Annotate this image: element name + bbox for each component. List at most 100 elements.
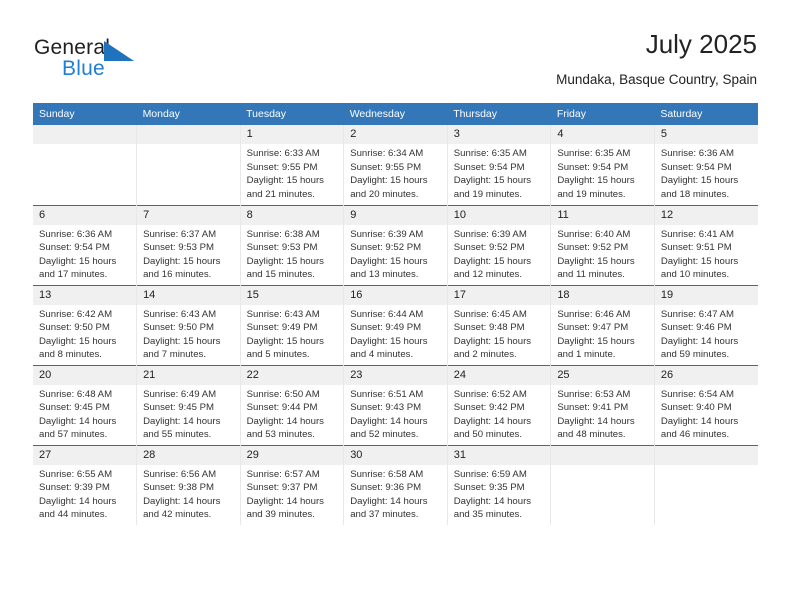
- sunset-text: Sunset: 9:54 PM: [660, 161, 732, 173]
- calendar-day-cell[interactable]: 25 Sunrise: 6:53 AM Sunset: 9:41 PM Dayligh…: [550, 364, 655, 445]
- day-number: 17: [447, 285, 551, 305]
- daylight-text: Daylight: 14 hours and 50 minutes.: [453, 415, 532, 441]
- sunset-text: Sunset: 9:44 PM: [246, 402, 318, 414]
- daylight-text: Daylight: 14 hours and 57 minutes.: [39, 415, 117, 441]
- daylight-text: Daylight: 15 hours and 12 minutes.: [453, 255, 532, 281]
- sunrise-text: Sunrise: 6:56 AM: [143, 468, 217, 480]
- day-number: 27: [33, 445, 137, 465]
- day-number: 8: [240, 205, 344, 225]
- day-sun-info: Sunrise: 6:39 AM Sunset: 9:52 PM Daylight:…: [448, 225, 551, 282]
- calendar-day-cell[interactable]: 28 Sunrise: 6:56 AM Sunset: 9:38 PM Dayligh…: [136, 444, 241, 525]
- day-number: 20: [33, 365, 137, 385]
- sunset-text: Sunset: 9:47 PM: [557, 322, 629, 334]
- logo-text-blue: Blue: [62, 57, 105, 80]
- calendar-page: General Blue July 2025 Mundaka, Basque C…: [0, 0, 792, 612]
- calendar-day-cell[interactable]: 9 Sunrise: 6:39 AM Sunset: 9:52 PM Daylight…: [343, 204, 448, 285]
- calendar-day-cell[interactable]: 7 Sunrise: 6:37 AM Sunset: 9:53 PM Daylight…: [136, 204, 241, 285]
- daylight-text: Daylight: 15 hours and 10 minutes.: [660, 255, 739, 281]
- daylight-text: Daylight: 15 hours and 13 minutes.: [350, 255, 428, 281]
- calendar-day-cell[interactable]: 31 Sunrise: 6:59 AM Sunset: 9:35 PM Dayligh…: [446, 444, 551, 525]
- daylight-text: Daylight: 14 hours and 48 minutes.: [557, 415, 635, 441]
- calendar-week-row: 13 Sunrise: 6:42 AM Sunset: 9:50 PM Dayligh…: [33, 284, 758, 365]
- daylight-text: Daylight: 14 hours and 55 minutes.: [143, 415, 221, 441]
- sunset-text: Sunset: 9:50 PM: [143, 322, 214, 334]
- calendar-day-cell[interactable]: 22 Sunrise: 6:50 AM Sunset: 9:44 PM Dayligh…: [239, 364, 344, 445]
- calendar-day-cell[interactable]: 16 Sunrise: 6:44 AM Sunset: 9:49 PM Dayligh…: [343, 284, 448, 365]
- calendar-week-row: 20 Sunrise: 6:48 AM Sunset: 9:45 PM Dayligh…: [33, 364, 758, 445]
- day-sun-info: Sunrise: 6:38 AM Sunset: 9:53 PM Daylight:…: [241, 225, 344, 282]
- calendar-day-cell[interactable]: 12 Sunrise: 6:41 AM Sunset: 9:51 PM Dayligh…: [653, 204, 758, 285]
- calendar-day-cell[interactable]: 30 Sunrise: 6:58 AM Sunset: 9:36 PM Dayligh…: [343, 444, 448, 525]
- daylight-text: Daylight: 15 hours and 5 minutes.: [246, 335, 324, 361]
- daylight-text: Daylight: 14 hours and 44 minutes.: [39, 495, 117, 521]
- calendar-day-cell[interactable]: 14 Sunrise: 6:43 AM Sunset: 9:50 PM Dayligh…: [136, 284, 241, 365]
- daylight-text: Daylight: 15 hours and 8 minutes.: [39, 335, 117, 361]
- calendar-day-cell[interactable]: 15 Sunrise: 6:43 AM Sunset: 9:49 PM Dayligh…: [239, 284, 344, 365]
- sunset-text: Sunset: 9:48 PM: [453, 322, 525, 334]
- calendar-day-cell[interactable]: 20 Sunrise: 6:48 AM Sunset: 9:45 PM Dayligh…: [33, 364, 137, 445]
- calendar-day-cell[interactable]: 18 Sunrise: 6:46 AM Sunset: 9:47 PM Dayligh…: [550, 284, 655, 365]
- day-sun-info: Sunrise: 6:57 AM Sunset: 9:37 PM Daylight:…: [241, 465, 344, 522]
- daylight-text: Daylight: 15 hours and 11 minutes.: [557, 255, 635, 281]
- calendar-day-cell[interactable]: 6 Sunrise: 6:36 AM Sunset: 9:54 PM Daylight…: [33, 204, 137, 285]
- day-number: 11: [551, 205, 654, 225]
- daylight-text: Daylight: 14 hours and 35 minutes.: [453, 495, 532, 521]
- calendar-cell-empty: [550, 444, 655, 525]
- calendar-day-cell[interactable]: 21 Sunrise: 6:49 AM Sunset: 9:45 PM Dayligh…: [136, 364, 241, 445]
- daylight-text: Daylight: 15 hours and 1 minute.: [557, 335, 635, 361]
- sunrise-text: Sunrise: 6:37 AM: [143, 228, 217, 240]
- day-sun-info: Sunrise: 6:51 AM Sunset: 9:43 PM Daylight:…: [344, 385, 447, 442]
- daylight-text: Daylight: 14 hours and 59 minutes.: [660, 335, 739, 361]
- day-number: 10: [447, 205, 551, 225]
- calendar-day-cell[interactable]: 27 Sunrise: 6:55 AM Sunset: 9:39 PM Dayligh…: [33, 444, 137, 525]
- weekday-header-wednesday: Wednesday: [343, 103, 448, 125]
- daylight-text: Daylight: 14 hours and 37 minutes.: [350, 495, 428, 521]
- sunrise-text: Sunrise: 6:50 AM: [246, 388, 320, 400]
- sunset-text: Sunset: 9:50 PM: [39, 322, 110, 334]
- sunrise-text: Sunrise: 6:36 AM: [660, 148, 734, 159]
- sunset-text: Sunset: 9:53 PM: [143, 242, 214, 254]
- sunset-text: Sunset: 9:45 PM: [39, 402, 110, 414]
- calendar-day-cell[interactable]: 17 Sunrise: 6:45 AM Sunset: 9:48 PM Dayligh…: [446, 284, 551, 365]
- sunrise-text: Sunrise: 6:49 AM: [143, 388, 217, 400]
- calendar-header-row: Sunday Monday Tuesday Wednesday Thursday…: [33, 103, 758, 125]
- calendar-day-cell[interactable]: 24 Sunrise: 6:52 AM Sunset: 9:42 PM Dayligh…: [446, 364, 551, 445]
- calendar-day-cell[interactable]: 23 Sunrise: 6:51 AM Sunset: 9:43 PM Dayligh…: [343, 364, 448, 445]
- sunset-text: Sunset: 9:49 PM: [350, 322, 422, 334]
- weekday-header-friday: Friday: [550, 103, 655, 125]
- daylight-text: Daylight: 15 hours and 16 minutes.: [143, 255, 221, 281]
- calendar-day-cell[interactable]: 11 Sunrise: 6:40 AM Sunset: 9:52 PM Dayligh…: [550, 204, 655, 285]
- calendar-day-cell[interactable]: 29 Sunrise: 6:57 AM Sunset: 9:37 PM Dayligh…: [239, 444, 344, 525]
- calendar-day-cell[interactable]: 10 Sunrise: 6:39 AM Sunset: 9:52 PM Dayligh…: [446, 204, 551, 285]
- calendar-day-cell[interactable]: 13 Sunrise: 6:42 AM Sunset: 9:50 PM Dayligh…: [33, 284, 137, 365]
- calendar-cell-empty: [33, 125, 137, 205]
- calendar-day-cell[interactable]: 3 Sunrise: 6:35 AM Sunset: 9:54 PM Daylight…: [446, 125, 551, 205]
- location-subtitle: Mundaka, Basque Country, Spain: [556, 71, 757, 87]
- sunrise-text: Sunrise: 6:34 AM: [350, 148, 424, 159]
- sunrise-text: Sunrise: 6:46 AM: [557, 308, 631, 320]
- day-number: 15: [240, 285, 344, 305]
- day-sun-info: Sunrise: 6:35 AM Sunset: 9:54 PM Daylight:…: [448, 144, 551, 201]
- sunrise-text: Sunrise: 6:42 AM: [39, 308, 113, 320]
- calendar-cell-empty: [136, 125, 241, 205]
- sunset-text: Sunset: 9:43 PM: [350, 402, 422, 414]
- day-number: 26: [654, 365, 758, 385]
- day-number: 1: [240, 125, 344, 144]
- sunset-text: Sunset: 9:35 PM: [453, 482, 525, 494]
- calendar-day-cell[interactable]: 5 Sunrise: 6:36 AM Sunset: 9:54 PM Daylight…: [653, 125, 758, 205]
- day-sun-info: Sunrise: 6:45 AM Sunset: 9:48 PM Daylight:…: [448, 305, 551, 362]
- calendar-day-cell[interactable]: 19 Sunrise: 6:47 AM Sunset: 9:46 PM Dayligh…: [653, 284, 758, 365]
- day-number: 29: [240, 445, 344, 465]
- sunset-text: Sunset: 9:36 PM: [350, 482, 422, 494]
- calendar-day-cell[interactable]: 26 Sunrise: 6:54 AM Sunset: 9:40 PM Dayligh…: [653, 364, 758, 445]
- daylight-text: Daylight: 14 hours and 46 minutes.: [660, 415, 739, 441]
- calendar-day-cell[interactable]: 1 Sunrise: 6:33 AM Sunset: 9:55 PM Daylight…: [239, 125, 344, 205]
- calendar-day-cell[interactable]: 2 Sunrise: 6:34 AM Sunset: 9:55 PM Daylight…: [343, 125, 448, 205]
- calendar-table: Sunday Monday Tuesday Wednesday Thursday…: [33, 103, 758, 525]
- calendar-day-cell[interactable]: 8 Sunrise: 6:38 AM Sunset: 9:53 PM Daylight…: [239, 204, 344, 285]
- day-number: 31: [447, 445, 551, 465]
- day-sun-info: Sunrise: 6:49 AM Sunset: 9:45 PM Daylight:…: [137, 385, 240, 442]
- sunset-text: Sunset: 9:38 PM: [143, 482, 214, 494]
- sunset-text: Sunset: 9:46 PM: [660, 322, 732, 334]
- calendar-day-cell[interactable]: 4 Sunrise: 6:35 AM Sunset: 9:54 PM Daylight…: [550, 125, 655, 205]
